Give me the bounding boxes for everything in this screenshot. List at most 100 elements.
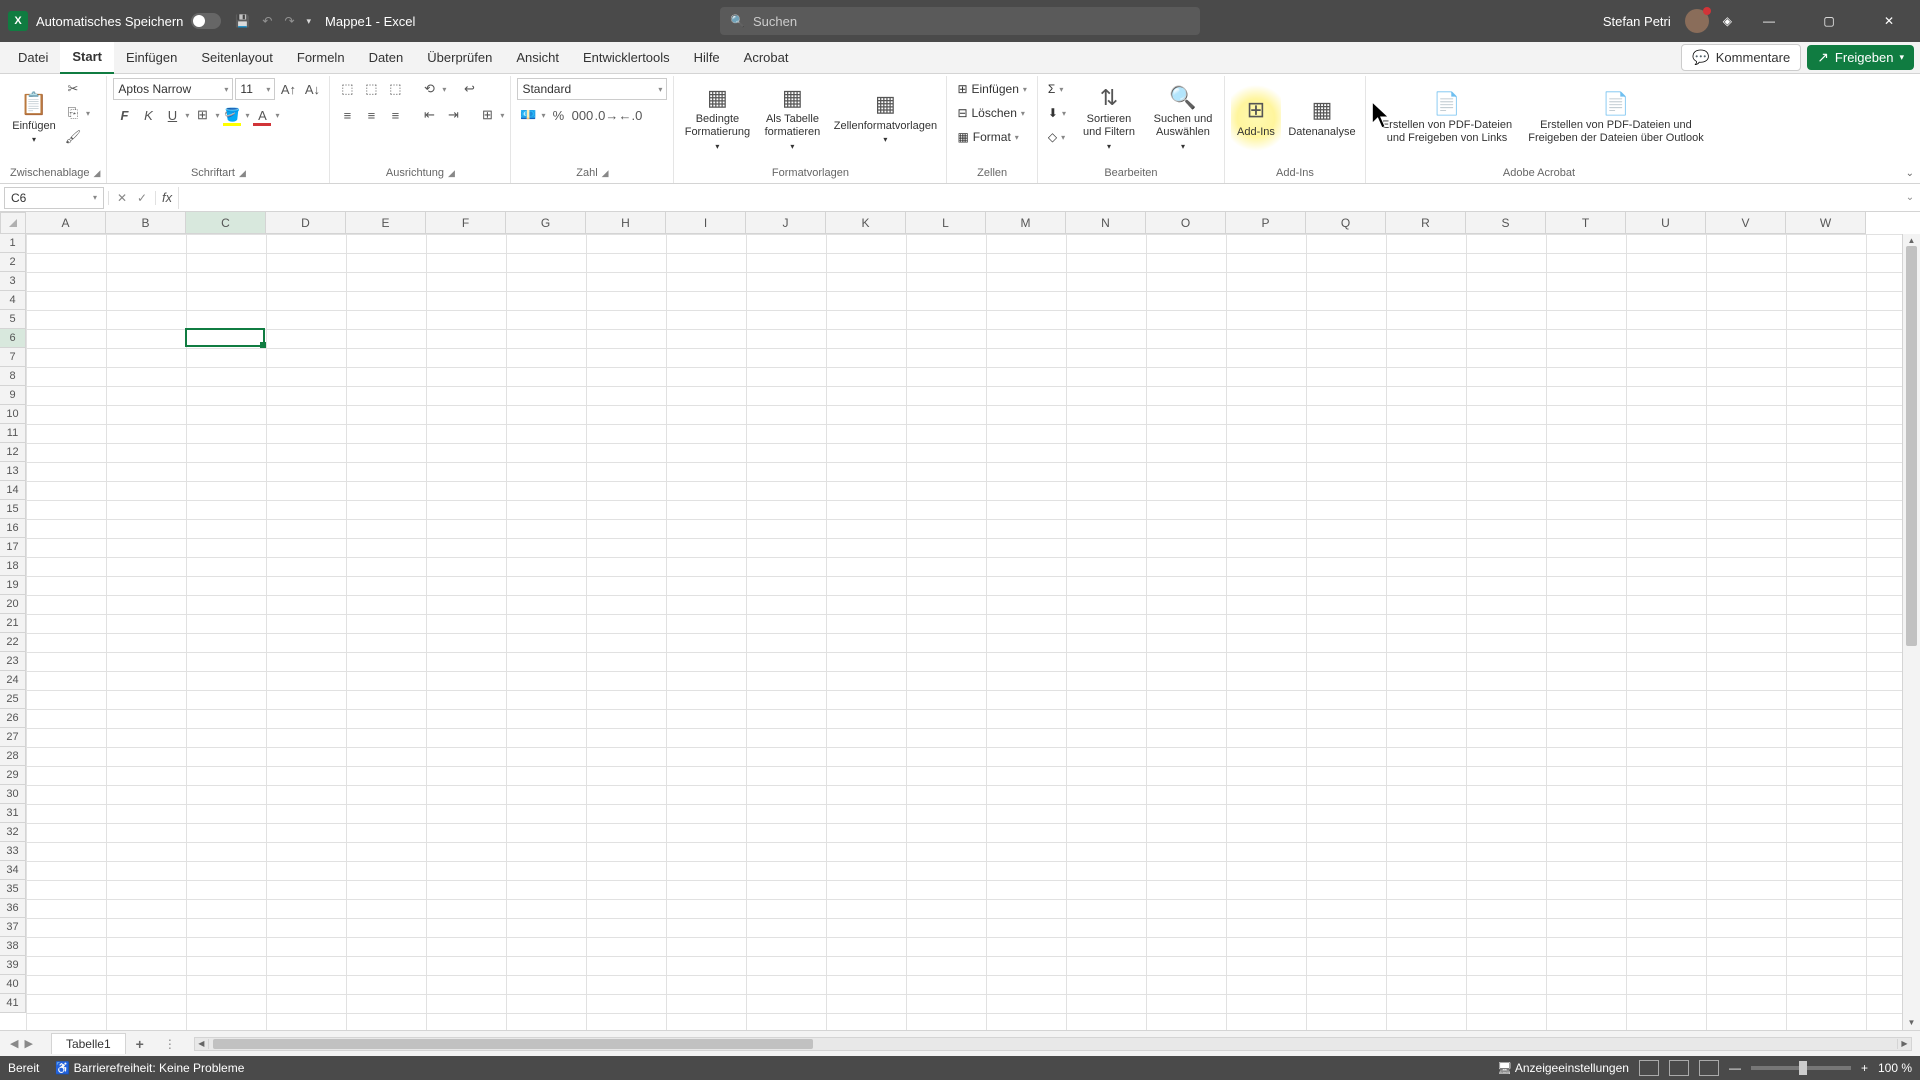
row-header[interactable]: 33 (0, 842, 26, 861)
zoom-slider-knob[interactable] (1799, 1061, 1807, 1075)
increase-font-icon[interactable]: A↑ (277, 78, 299, 100)
tab-hilfe[interactable]: Hilfe (682, 42, 732, 74)
row-header[interactable]: 37 (0, 918, 26, 937)
qat-dropdown-icon[interactable]: ▾ (307, 16, 312, 27)
row-header[interactable]: 19 (0, 576, 26, 595)
sheet-next-icon[interactable]: ▶ (24, 1037, 32, 1050)
font-color-icon[interactable]: A (251, 104, 273, 126)
find-select-button[interactable]: 🔍 Suchen und Auswählen▾ (1148, 78, 1218, 158)
zoom-out-button[interactable]: — (1729, 1061, 1741, 1075)
row-header[interactable]: 13 (0, 462, 26, 481)
dialog-launcher-icon[interactable]: ◢ (239, 168, 246, 179)
delete-cells-button[interactable]: ⊟Löschen▾ (953, 102, 1028, 124)
tab-einfuegen[interactable]: Einfügen (114, 42, 189, 74)
fill-color-icon[interactable]: 🪣 (221, 104, 243, 126)
page-break-view-button[interactable] (1699, 1060, 1719, 1076)
save-icon[interactable]: 💾 (235, 14, 250, 28)
addins-button[interactable]: ⊞ Add-Ins (1231, 78, 1281, 158)
row-header[interactable]: 26 (0, 709, 26, 728)
page-layout-view-button[interactable] (1669, 1060, 1689, 1076)
search-box[interactable]: 🔍 (720, 7, 1200, 35)
align-bottom-icon[interactable]: ⬚ (384, 78, 406, 100)
row-header[interactable]: 3 (0, 272, 26, 291)
scroll-left-icon[interactable]: ◀ (195, 1039, 209, 1049)
column-header[interactable]: F (426, 212, 506, 234)
sheet-tab-active[interactable]: Tabelle1 (51, 1033, 126, 1054)
tab-entwicklertools[interactable]: Entwicklertools (571, 42, 682, 74)
chevron-down-icon[interactable]: ▾ (185, 111, 189, 120)
row-header[interactable]: 34 (0, 861, 26, 880)
tab-ueberpruefen[interactable]: Überprüfen (415, 42, 504, 74)
column-header[interactable]: J (746, 212, 826, 234)
tab-seitenlayout[interactable]: Seitenlayout (189, 42, 285, 74)
column-header[interactable]: R (1386, 212, 1466, 234)
column-header[interactable]: P (1226, 212, 1306, 234)
column-header[interactable]: A (26, 212, 106, 234)
bold-button[interactable]: F (113, 104, 135, 126)
column-header[interactable]: S (1466, 212, 1546, 234)
font-name-input[interactable]: Aptos Narrow▾ (113, 78, 233, 100)
column-header[interactable]: D (266, 212, 346, 234)
pdf-share-links-button[interactable]: 📄 Erstellen von PDF-Dateien und Freigebe… (1372, 78, 1522, 158)
column-header[interactable]: T (1546, 212, 1626, 234)
select-all-corner[interactable] (0, 212, 26, 234)
cells-area[interactable] (26, 234, 1920, 1030)
row-header[interactable]: 32 (0, 823, 26, 842)
row-header[interactable]: 15 (0, 500, 26, 519)
comments-button[interactable]: 💬 Kommentare (1681, 44, 1801, 71)
row-header[interactable]: 1 (0, 234, 26, 253)
close-button[interactable]: ✕ (1866, 0, 1912, 42)
undo-icon[interactable]: ↶ (262, 14, 272, 28)
cell-styles-button[interactable]: ▦ Zellenformatvorlagen▾ (830, 78, 940, 158)
format-cells-button[interactable]: ▦Format▾ (953, 126, 1022, 148)
accessibility-status[interactable]: ♿ Barrierefreiheit: Keine Probleme (55, 1061, 244, 1075)
row-header[interactable]: 11 (0, 424, 26, 443)
vertical-scrollbar-thumb[interactable] (1906, 246, 1917, 646)
format-painter-icon[interactable]: 🖌 (62, 126, 84, 148)
column-header[interactable]: C (186, 212, 266, 234)
cut-icon[interactable]: ✂ (62, 78, 84, 100)
pdf-share-outlook-button[interactable]: 📄 Erstellen von PDF-Dateien und Freigebe… (1526, 78, 1706, 158)
sort-filter-button[interactable]: ⇅ Sortieren und Filtern▾ (1074, 78, 1144, 158)
zoom-in-button[interactable]: + (1861, 1061, 1868, 1075)
diamond-icon[interactable]: ◈ (1723, 14, 1732, 28)
fx-icon[interactable]: fx (156, 190, 178, 205)
tab-daten[interactable]: Daten (357, 42, 416, 74)
fill-button[interactable]: ⬇▾ (1044, 102, 1070, 124)
scroll-up-icon[interactable]: ▲ (1907, 236, 1916, 246)
row-header[interactable]: 5 (0, 310, 26, 329)
row-header[interactable]: 36 (0, 899, 26, 918)
insert-cells-button[interactable]: ⊞Einfügen▾ (953, 78, 1030, 100)
row-header[interactable]: 41 (0, 994, 26, 1013)
expand-formula-bar-icon[interactable]: ⌄ (1900, 192, 1920, 203)
row-header[interactable]: 39 (0, 956, 26, 975)
user-avatar[interactable] (1685, 9, 1709, 33)
autosave-control[interactable]: Automatisches Speichern (36, 13, 221, 29)
row-header[interactable]: 4 (0, 291, 26, 310)
row-header[interactable]: 25 (0, 690, 26, 709)
align-top-icon[interactable]: ⬚ (336, 78, 358, 100)
column-header[interactable]: K (826, 212, 906, 234)
column-header[interactable]: G (506, 212, 586, 234)
chevron-down-icon[interactable]: ▾ (86, 109, 90, 118)
minimize-button[interactable]: — (1746, 0, 1792, 42)
vertical-scrollbar[interactable]: ▲ ▼ (1902, 234, 1920, 1030)
formula-input[interactable] (178, 187, 1900, 209)
row-header[interactable]: 10 (0, 405, 26, 424)
data-analysis-button[interactable]: ▦ Datenanalyse (1285, 78, 1359, 158)
name-box[interactable]: C6 ▾ (4, 187, 104, 209)
dialog-launcher-icon[interactable]: ◢ (448, 168, 455, 179)
row-header[interactable]: 14 (0, 481, 26, 500)
horizontal-scrollbar[interactable]: ◀ ▶ (194, 1037, 1912, 1051)
row-header[interactable]: 31 (0, 804, 26, 823)
column-header[interactable]: I (666, 212, 746, 234)
paste-button[interactable]: 📋 Einfügen ▾ (10, 78, 58, 158)
cancel-formula-icon[interactable]: ✕ (113, 191, 131, 205)
chevron-down-icon[interactable]: ▾ (275, 111, 279, 120)
copy-icon[interactable]: ⎘ (62, 102, 84, 124)
column-header[interactable]: E (346, 212, 426, 234)
chevron-down-icon[interactable]: ▾ (245, 111, 249, 120)
conditional-formatting-button[interactable]: ▦ Bedingte Formatierung▾ (680, 78, 754, 158)
row-header[interactable]: 6 (0, 329, 26, 348)
row-header[interactable]: 29 (0, 766, 26, 785)
